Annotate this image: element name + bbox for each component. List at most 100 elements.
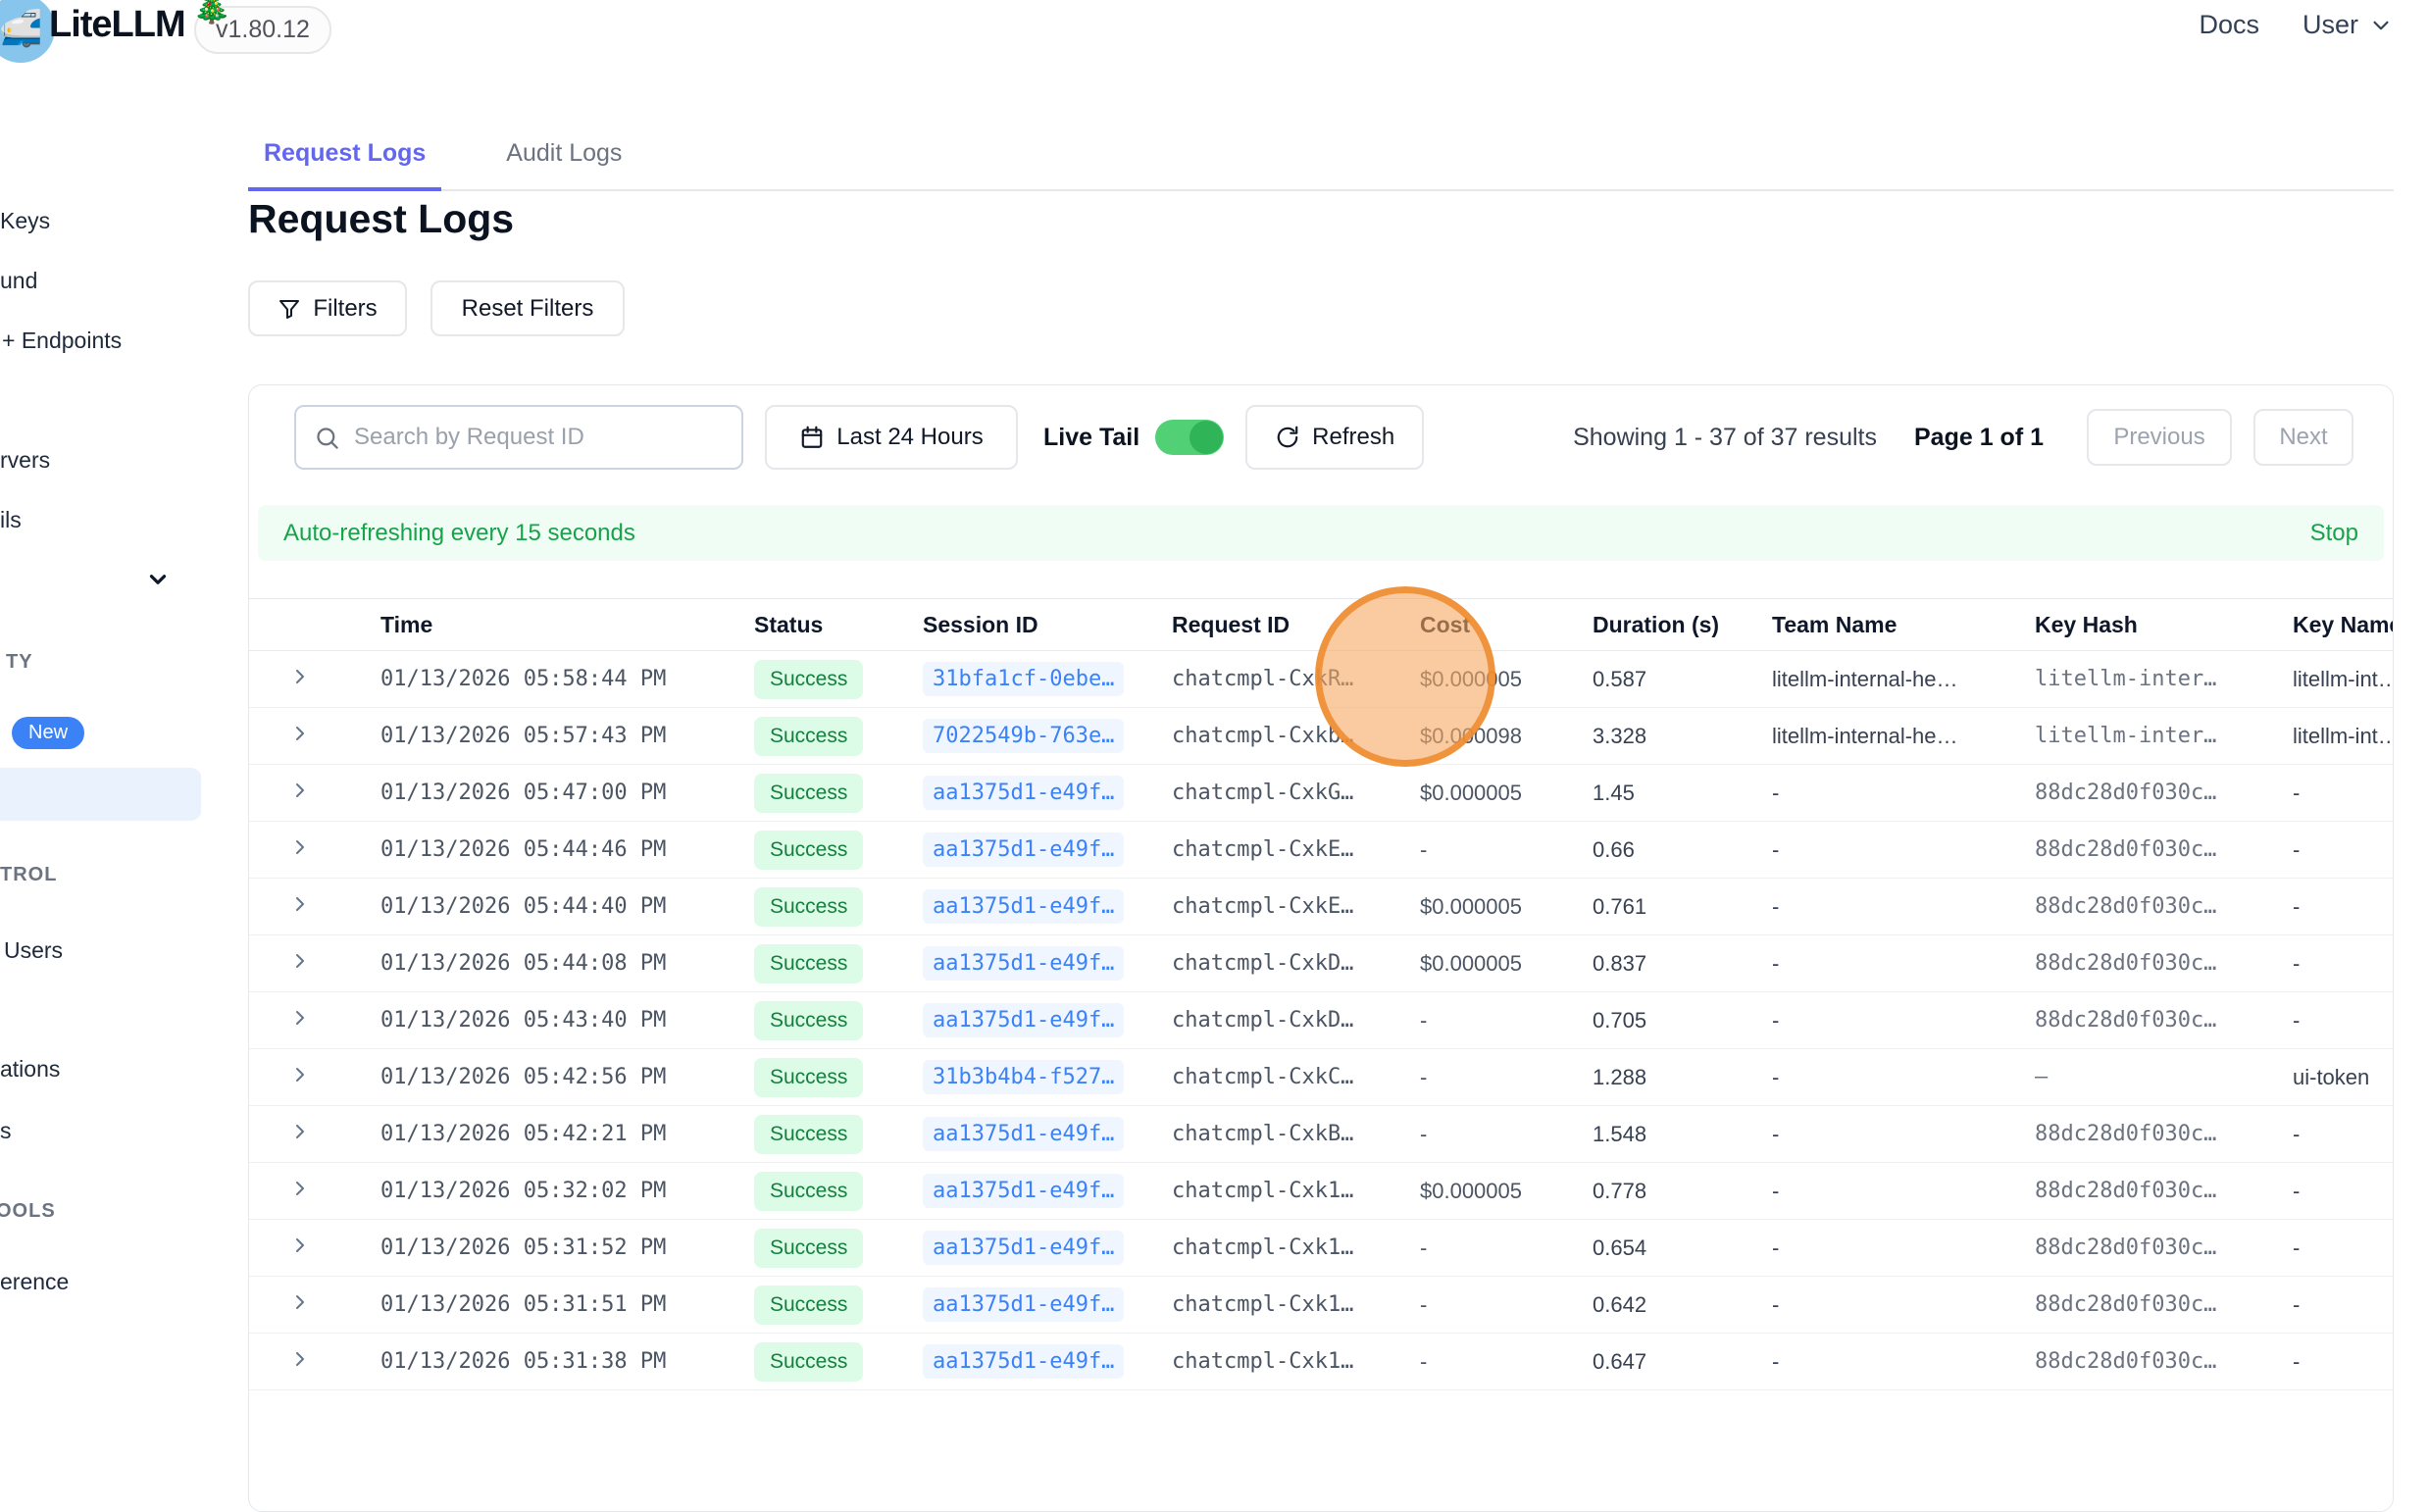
cell-cost: - xyxy=(1420,1292,1593,1318)
cell-team-name: - xyxy=(1772,1292,2035,1318)
cell-key-name: - xyxy=(2293,1179,2393,1204)
cell-cost: - xyxy=(1420,1122,1593,1147)
expand-row-button[interactable] xyxy=(288,722,312,745)
cell-duration: 0.778 xyxy=(1593,1179,1772,1204)
sidebar-item-keys[interactable]: Keys xyxy=(0,208,50,234)
sidebar-expand-chevron-icon[interactable] xyxy=(145,567,171,592)
status-badge: Success xyxy=(754,831,863,870)
sidebar-item-erence[interactable]: erence xyxy=(0,1269,69,1295)
session-id-link[interactable]: aa1375d1-e49f… xyxy=(923,889,1124,924)
cell-duration: 0.587 xyxy=(1593,667,1772,692)
expand-row-button[interactable] xyxy=(288,1177,312,1200)
search-input[interactable] xyxy=(354,424,707,451)
docs-link[interactable]: Docs xyxy=(2199,10,2259,40)
session-id-link[interactable]: 7022549b-763e… xyxy=(923,719,1124,753)
live-tail-toggle[interactable] xyxy=(1155,420,1224,455)
sidebar-item-users[interactable]: Users xyxy=(4,937,63,964)
status-badge: Success xyxy=(754,1342,863,1382)
cell-request-id: chatcmpl-Cxkb… xyxy=(1172,724,1420,748)
sidebar-item-s[interactable]: s xyxy=(0,1118,12,1144)
search-icon xyxy=(314,425,340,451)
expand-row-button[interactable] xyxy=(288,1063,312,1086)
table-row: 01/13/2026 05:47:00 PM Success aa1375d1-… xyxy=(249,765,2393,822)
table-row: 01/13/2026 05:58:44 PM Success 31bfa1cf-… xyxy=(249,651,2393,708)
cell-cost: $0.000005 xyxy=(1420,1179,1593,1204)
cell-key-hash: 88dc28d0f030c… xyxy=(2035,1122,2293,1146)
expand-row-button[interactable] xyxy=(288,1120,312,1143)
cell-time: 01/13/2026 05:47:00 PM xyxy=(380,781,754,805)
sidebar-item-und[interactable]: und xyxy=(0,268,37,294)
cell-cost: - xyxy=(1420,1349,1593,1375)
cell-time: 01/13/2026 05:31:38 PM xyxy=(380,1349,754,1374)
cell-time: 01/13/2026 05:43:40 PM xyxy=(380,1008,754,1033)
reset-filters-button[interactable]: Reset Filters xyxy=(430,280,625,336)
expand-row-button[interactable] xyxy=(288,1234,312,1257)
refresh-button[interactable]: Refresh xyxy=(1245,405,1424,470)
cell-key-hash: – xyxy=(2035,1065,2293,1089)
cell-time: 01/13/2026 05:57:43 PM xyxy=(380,724,754,748)
column-header-time: Time xyxy=(380,612,754,638)
sidebar-item-ations[interactable]: ations xyxy=(0,1056,60,1083)
session-id-link[interactable]: aa1375d1-e49f… xyxy=(923,832,1124,867)
user-menu[interactable]: User xyxy=(2302,10,2394,40)
time-range-button[interactable]: Last 24 Hours xyxy=(765,405,1018,470)
session-id-link[interactable]: aa1375d1-e49f… xyxy=(923,1287,1124,1322)
page-title: Request Logs xyxy=(248,196,514,242)
table-row: 01/13/2026 05:44:40 PM Success aa1375d1-… xyxy=(249,879,2393,935)
filters-button[interactable]: Filters xyxy=(248,280,407,336)
tab-audit-logs[interactable]: Audit Logs xyxy=(490,124,637,189)
request-logs-table: Time Status Session ID Request ID Cost D… xyxy=(249,598,2393,1390)
sidebar-item-endpoints[interactable]: + Endpoints xyxy=(2,328,122,354)
sidebar-section-trol: TROL xyxy=(0,864,57,886)
cell-team-name: - xyxy=(1772,1122,2035,1147)
table-row: 01/13/2026 05:44:46 PM Success aa1375d1-… xyxy=(249,822,2393,879)
session-id-link[interactable]: aa1375d1-e49f… xyxy=(923,1117,1124,1151)
next-page-button[interactable]: Next xyxy=(2253,409,2353,466)
cell-duration: 0.66 xyxy=(1593,837,1772,863)
cell-request-id: chatcmpl-CxkD… xyxy=(1172,951,1420,976)
table-row: 01/13/2026 05:44:08 PM Success aa1375d1-… xyxy=(249,935,2393,992)
session-id-link[interactable]: aa1375d1-e49f… xyxy=(923,1174,1124,1208)
table-header-row: Time Status Session ID Request ID Cost D… xyxy=(249,598,2393,651)
session-id-link[interactable]: aa1375d1-e49f… xyxy=(923,1231,1124,1265)
cell-cost: $0.000005 xyxy=(1420,951,1593,977)
expand-row-button[interactable] xyxy=(288,665,312,688)
cell-key-hash: litellm-inter… xyxy=(2035,667,2293,691)
filter-actions: Filters Reset Filters xyxy=(248,280,625,336)
session-id-link[interactable]: 31b3b4b4-f527… xyxy=(923,1060,1124,1094)
status-badge: Success xyxy=(754,1001,863,1040)
cell-time: 01/13/2026 05:42:21 PM xyxy=(380,1122,754,1146)
column-header-session-id: Session ID xyxy=(923,612,1172,638)
sidebar-item-ils[interactable]: ils xyxy=(0,507,22,533)
cell-request-id: chatcmpl-Cxk1… xyxy=(1172,1349,1420,1374)
session-id-link[interactable]: 31bfa1cf-0ebe… xyxy=(923,662,1124,696)
cell-duration: 0.654 xyxy=(1593,1235,1772,1261)
expand-row-button[interactable] xyxy=(288,892,312,916)
session-id-link[interactable]: aa1375d1-e49f… xyxy=(923,776,1124,810)
cell-duration: 0.761 xyxy=(1593,894,1772,920)
expand-row-button[interactable] xyxy=(288,1347,312,1371)
expand-row-button[interactable] xyxy=(288,779,312,802)
tab-request-logs[interactable]: Request Logs xyxy=(248,124,441,191)
session-id-link[interactable]: aa1375d1-e49f… xyxy=(923,1003,1124,1037)
table-toolbar: Last 24 Hours Live Tail Refresh Showing … xyxy=(249,385,2393,470)
expand-row-button[interactable] xyxy=(288,1290,312,1314)
sidebar-new-badge[interactable]: New xyxy=(12,717,84,749)
session-id-link[interactable]: aa1375d1-e49f… xyxy=(923,946,1124,981)
column-header-key-name: Key Name xyxy=(2293,612,2393,638)
stop-auto-refresh-link[interactable]: Stop xyxy=(2310,520,2358,547)
session-id-link[interactable]: aa1375d1-e49f… xyxy=(923,1344,1124,1379)
sidebar-item-active-logs[interactable] xyxy=(0,768,201,821)
expand-row-button[interactable] xyxy=(288,835,312,859)
filters-button-label: Filters xyxy=(313,295,377,323)
calendar-icon xyxy=(799,425,825,450)
funnel-icon xyxy=(278,297,301,321)
expand-row-button[interactable] xyxy=(288,1006,312,1030)
sidebar-item-rvers[interactable]: rvers xyxy=(0,447,50,474)
expand-row-button[interactable] xyxy=(288,949,312,973)
cell-request-id: chatcmpl-CxkB… xyxy=(1172,1122,1420,1146)
previous-page-button[interactable]: Previous xyxy=(2087,409,2232,466)
cell-request-id: chatcmpl-Cxk1… xyxy=(1172,1235,1420,1260)
logs-tabs: Request Logs Audit Logs xyxy=(248,124,2394,191)
reset-filters-label: Reset Filters xyxy=(462,295,594,323)
